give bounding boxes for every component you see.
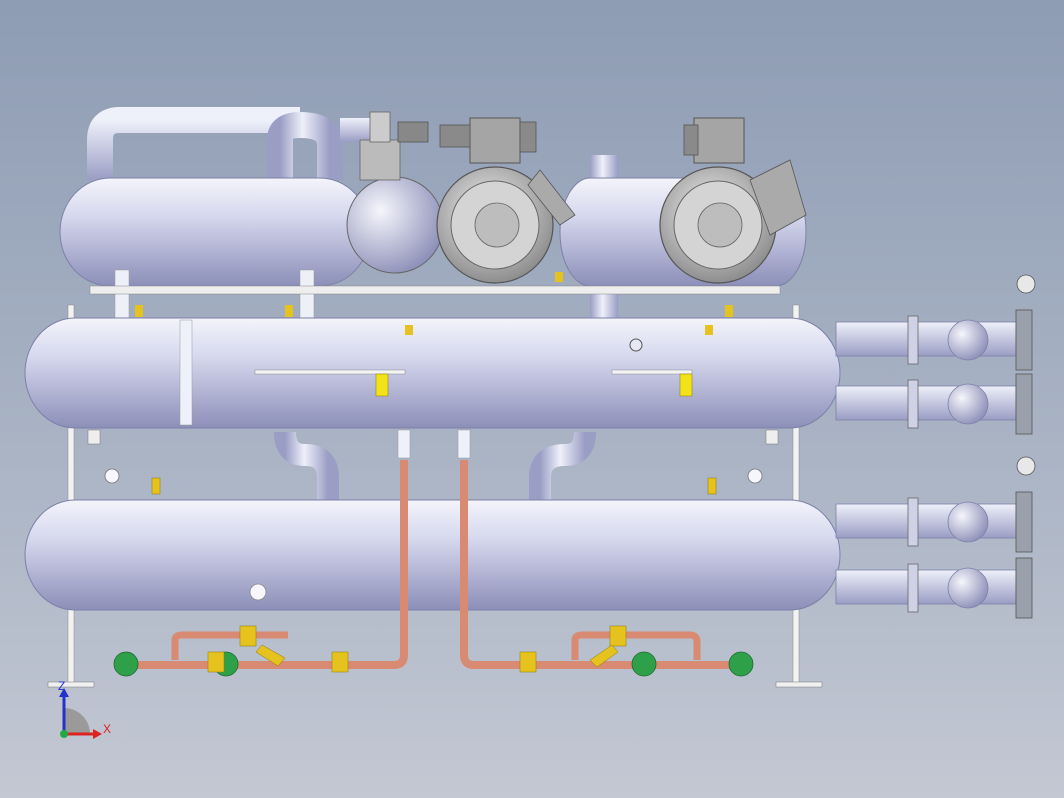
- x-axis-label: X: [103, 722, 112, 736]
- z-axis-label: Z: [58, 679, 66, 693]
- coordinate-triad: [59, 688, 102, 739]
- chiller-3d-model[interactable]: [0, 0, 1064, 798]
- water-nozzles-right: [835, 274, 1036, 619]
- interconnect-pipes: [274, 429, 596, 500]
- evaporator-shell: [24, 468, 841, 611]
- cad-viewport[interactable]: Z X: [0, 0, 1064, 798]
- top-left-oil-separator: [59, 177, 371, 321]
- condenser-shell: [24, 317, 841, 429]
- base-frame: [89, 285, 781, 295]
